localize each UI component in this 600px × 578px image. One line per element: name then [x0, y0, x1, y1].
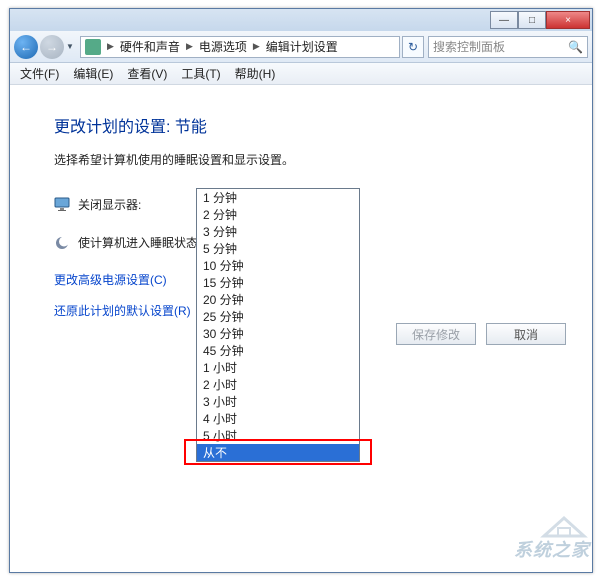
dropdown-option[interactable]: 30 分钟	[197, 325, 359, 342]
dropdown-option[interactable]: 2 分钟	[197, 206, 359, 223]
breadcrumb-item[interactable]: 电源选项	[199, 38, 247, 55]
forward-button[interactable]: →	[40, 35, 64, 59]
moon-icon	[54, 235, 70, 251]
action-buttons: 保存修改 取消	[396, 323, 566, 345]
menu-tools[interactable]: 工具(T)	[175, 63, 226, 84]
menu-edit[interactable]: 编辑(E)	[67, 63, 119, 84]
cancel-button[interactable]: 取消	[486, 323, 566, 345]
chevron-right-icon: ▶	[186, 41, 193, 52]
chevron-right-icon: ▶	[253, 41, 260, 52]
dropdown-option[interactable]: 2 小时	[197, 376, 359, 393]
dropdown-option[interactable]: 3 分钟	[197, 223, 359, 240]
search-icon[interactable]: 🔍	[568, 40, 583, 54]
dropdown-option[interactable]: 从不	[197, 444, 359, 461]
dropdown-option[interactable]: 5 分钟	[197, 240, 359, 257]
menu-file[interactable]: 文件(F)	[14, 63, 65, 84]
dropdown-option[interactable]: 20 分钟	[197, 291, 359, 308]
menu-help[interactable]: 帮助(H)	[229, 63, 282, 84]
breadcrumb-item[interactable]: 编辑计划设置	[266, 38, 338, 55]
display-off-dropdown[interactable]: 1 分钟2 分钟3 分钟5 分钟10 分钟15 分钟20 分钟25 分钟30 分…	[196, 188, 360, 462]
menu-bar: 文件(F) 编辑(E) 查看(V) 工具(T) 帮助(H)	[10, 63, 592, 85]
page-title: 更改计划的设置: 节能	[54, 113, 592, 137]
nav-history-dropdown[interactable]: ▼	[66, 42, 76, 51]
minimize-button[interactable]: —	[490, 11, 518, 29]
search-input[interactable]: 搜索控制面板 🔍	[428, 36, 588, 58]
dropdown-option[interactable]: 10 分钟	[197, 257, 359, 274]
refresh-button[interactable]: ↻	[402, 36, 424, 58]
dropdown-option[interactable]: 15 分钟	[197, 274, 359, 291]
nav-bar: ← → ▼ ▶ 硬件和声音 ▶ 电源选项 ▶ 编辑计划设置 ↻ 搜索控制面板 🔍	[10, 31, 592, 63]
menu-view[interactable]: 查看(V)	[121, 63, 173, 84]
sleep-label: 使计算机进入睡眠状态:	[78, 234, 201, 251]
breadcrumb-item[interactable]: 硬件和声音	[120, 38, 180, 55]
dropdown-option[interactable]: 5 小时	[197, 427, 359, 444]
close-button[interactable]: ×	[546, 11, 590, 29]
dropdown-option[interactable]: 1 分钟	[197, 189, 359, 206]
dropdown-option[interactable]: 4 小时	[197, 410, 359, 427]
display-off-label: 关闭显示器:	[78, 196, 196, 213]
titlebar: — □ ×	[10, 9, 592, 31]
monitor-icon	[54, 196, 70, 212]
nav-arrows: ← → ▼	[10, 35, 80, 59]
control-panel-icon	[85, 39, 101, 55]
dropdown-option[interactable]: 3 小时	[197, 393, 359, 410]
dropdown-option[interactable]: 1 小时	[197, 359, 359, 376]
window-controls: — □ ×	[490, 11, 590, 29]
save-button[interactable]: 保存修改	[396, 323, 476, 345]
address-bar[interactable]: ▶ 硬件和声音 ▶ 电源选项 ▶ 编辑计划设置	[80, 36, 400, 58]
chevron-right-icon: ▶	[107, 41, 114, 52]
watermark-text: 系统之家	[514, 536, 590, 562]
window-frame: — □ × ← → ▼ ▶ 硬件和声音 ▶ 电源选项 ▶ 编辑计划设置 ↻ 搜索…	[9, 8, 593, 573]
back-button[interactable]: ←	[14, 35, 38, 59]
page-description: 选择希望计算机使用的睡眠设置和显示设置。	[54, 151, 592, 168]
dropdown-option[interactable]: 25 分钟	[197, 308, 359, 325]
search-placeholder: 搜索控制面板	[433, 38, 505, 55]
maximize-button[interactable]: □	[518, 11, 546, 29]
dropdown-option[interactable]: 45 分钟	[197, 342, 359, 359]
